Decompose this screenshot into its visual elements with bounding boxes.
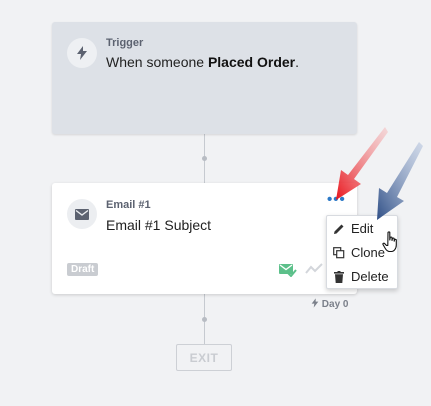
email-icon-circle (67, 199, 97, 229)
email-label: Email #1 (106, 199, 151, 211)
connector-dot-top (202, 156, 207, 161)
menu-item-delete[interactable]: Delete (327, 265, 397, 288)
trash-icon (333, 270, 345, 283)
delay-label: Day 0 (311, 298, 348, 310)
annotation-navy-arrow (377, 142, 423, 220)
email-card[interactable]: Email #1 Email #1 Subject ••• Draft (52, 183, 357, 294)
exit-node[interactable]: EXIT (176, 344, 232, 371)
menu-item-label: Delete (351, 269, 389, 284)
lightning-bolt-icon (311, 298, 319, 308)
envelope-icon (75, 208, 89, 220)
trigger-text-prefix: When someone (106, 54, 208, 70)
trigger-icon-circle (67, 38, 97, 68)
trigger-text-suffix: . (295, 54, 299, 70)
trigger-card[interactable]: Trigger When someone Placed Order. (52, 22, 357, 134)
trigger-label: Trigger (106, 37, 144, 49)
status-badge: Draft (67, 263, 99, 276)
connector-dot-bottom (202, 317, 207, 322)
menu-item-label: Clone (351, 245, 385, 260)
email-checked-icon (279, 264, 297, 277)
delay-text: Day 0 (321, 299, 349, 310)
pencil-icon (333, 223, 345, 235)
lightning-bolt-icon (77, 46, 87, 60)
clone-icon (333, 246, 345, 259)
hand-cursor-icon (382, 231, 397, 253)
trigger-event-name: Placed Order (207, 54, 296, 70)
email-subject: Email #1 Subject (106, 217, 212, 233)
trend-line-icon (305, 263, 323, 274)
trigger-description: When someone Placed Order. (106, 54, 299, 70)
